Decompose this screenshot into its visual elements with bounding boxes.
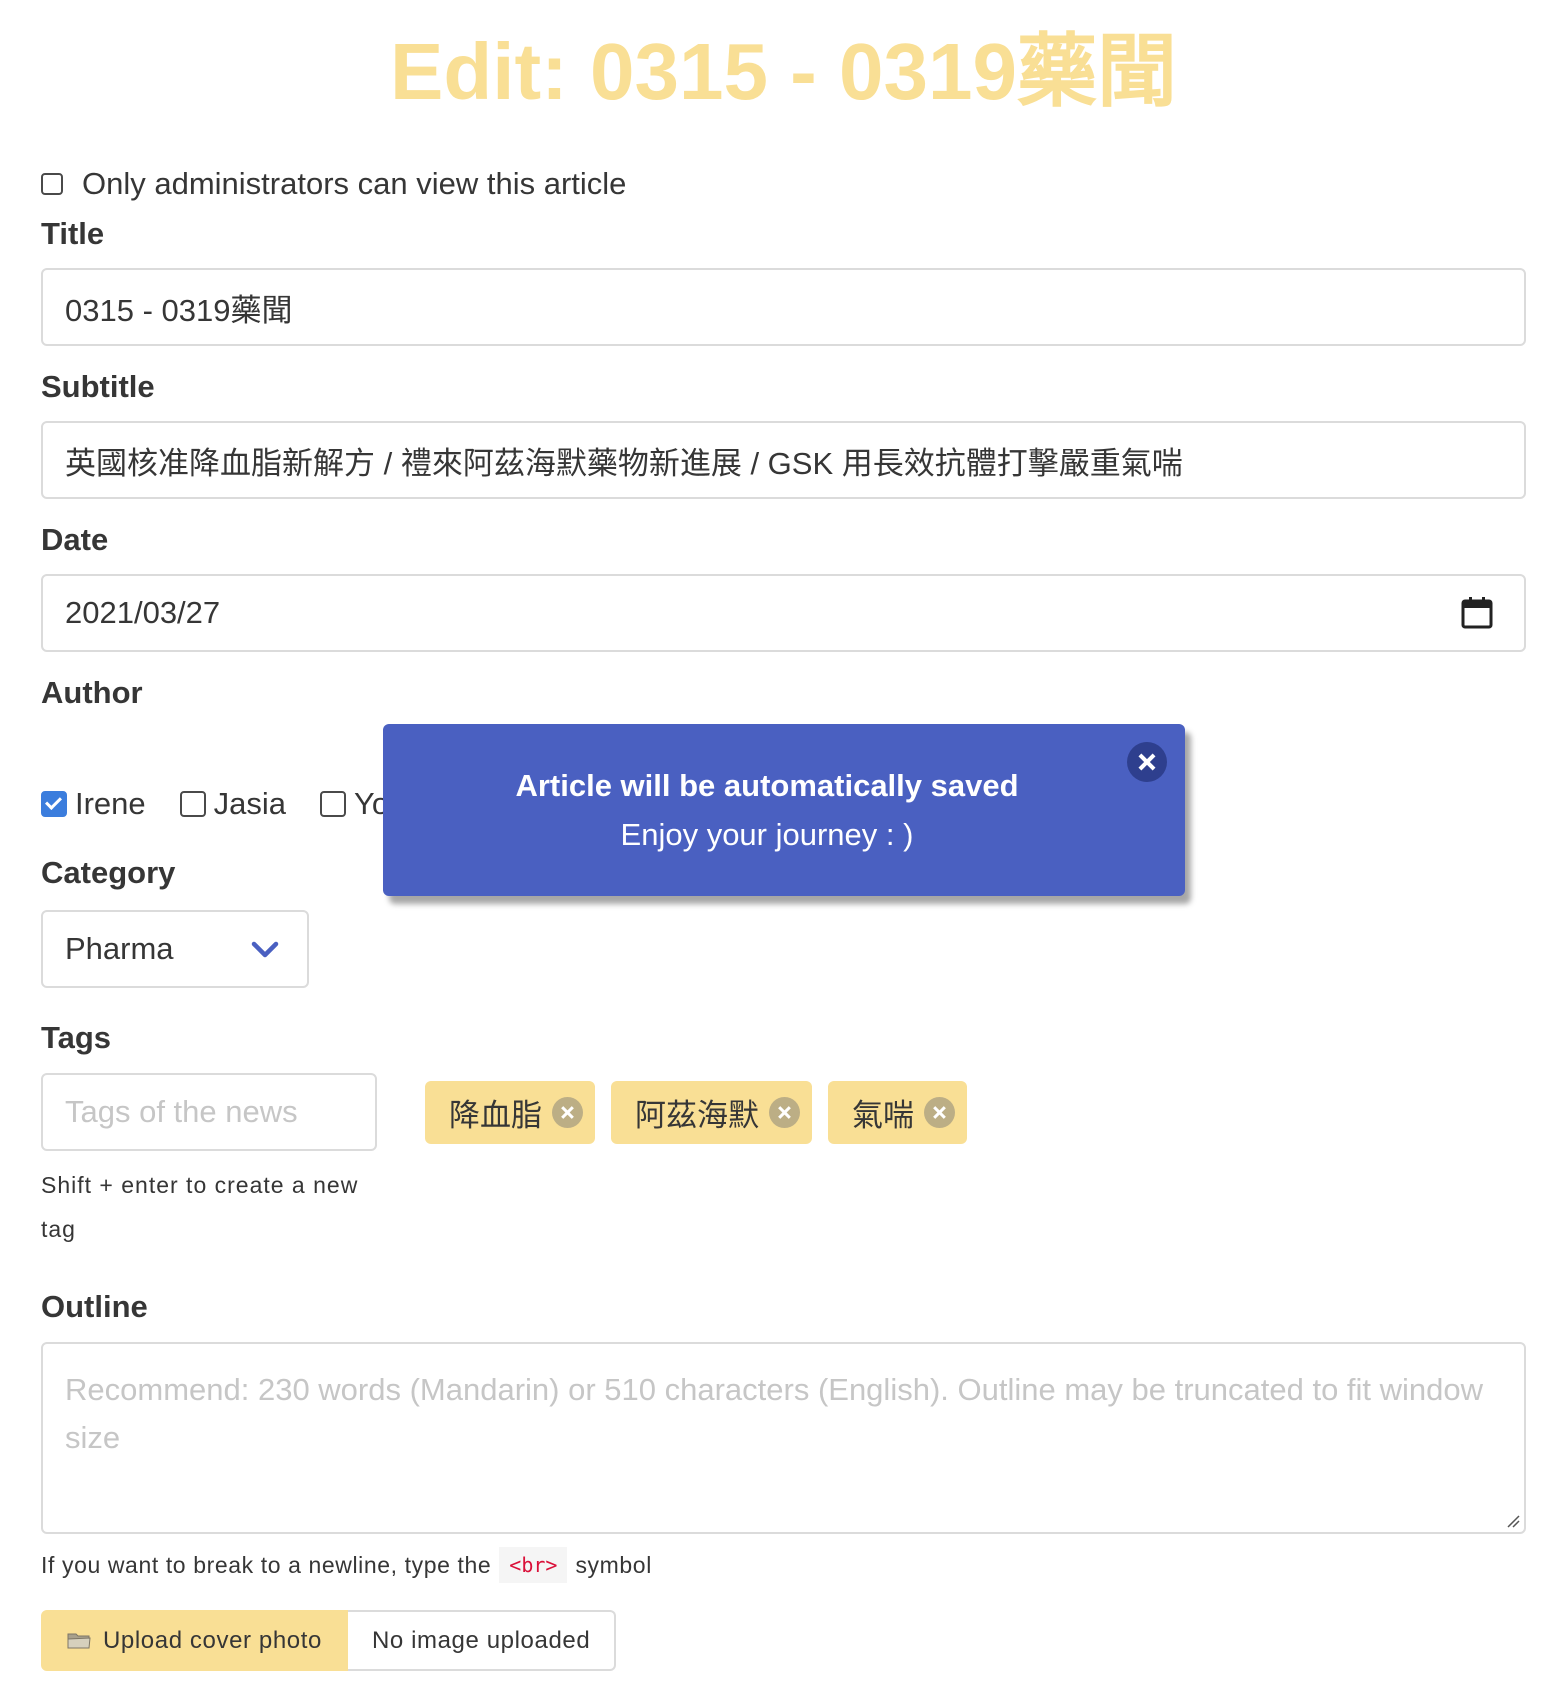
chevron-down-icon bbox=[251, 941, 279, 958]
tag-item: 氣喘 bbox=[828, 1081, 967, 1144]
tag-delete-icon[interactable] bbox=[924, 1097, 955, 1128]
date-input[interactable]: 2021/03/27 bbox=[41, 574, 1526, 652]
author-option-yo[interactable]: Yo bbox=[320, 786, 389, 822]
upload-button-label: Upload cover photo bbox=[103, 1626, 322, 1654]
cover-photo-upload: Upload cover photo No image uploaded bbox=[41, 1610, 617, 1671]
admin-only-label: Only administrators can view this articl… bbox=[82, 166, 627, 201]
author-options: Irene Jasia Yo bbox=[41, 782, 423, 826]
upload-filename-text: No image uploaded bbox=[371, 1626, 591, 1654]
autosave-toast: Article will be automatically saved Enjo… bbox=[383, 724, 1185, 896]
tag-item: 阿茲海默 bbox=[611, 1081, 812, 1144]
page-title: Edit: 0315 - 0319藥聞 bbox=[390, 27, 1177, 116]
author-label-jasia: Jasia bbox=[213, 786, 287, 821]
tags-label: Tags bbox=[41, 1020, 112, 1055]
tags-input[interactable]: Tags of the news bbox=[41, 1073, 377, 1151]
tag-label: 降血脂 bbox=[449, 1098, 542, 1133]
tag-item: 降血脂 bbox=[425, 1081, 595, 1144]
author-option-irene[interactable]: Irene bbox=[41, 786, 146, 822]
close-icon[interactable] bbox=[1127, 742, 1167, 782]
upload-filename: No image uploaded bbox=[347, 1610, 617, 1671]
admin-only-option[interactable]: Only administrators can view this articl… bbox=[41, 162, 626, 206]
toast-title: Article will be automatically saved bbox=[515, 768, 1019, 803]
date-input-value: 2021/03/27 bbox=[65, 595, 221, 630]
outline-textarea[interactable]: Recommend: 230 words (Mandarin) or 510 c… bbox=[41, 1342, 1526, 1534]
subtitle-input-value: 英國核准降血脂新解方 / 禮來阿茲海默藥物新進展 / GSK 用長效抗體打擊嚴重… bbox=[65, 445, 1183, 481]
category-selected-value: Pharma bbox=[65, 931, 174, 966]
subtitle-label: Subtitle bbox=[41, 369, 155, 404]
resize-handle-icon[interactable] bbox=[1506, 1514, 1520, 1528]
author-option-jasia[interactable]: Jasia bbox=[179, 786, 287, 822]
author-checkbox-yo[interactable] bbox=[320, 791, 347, 817]
title-input[interactable]: 0315 - 0319藥聞 bbox=[41, 268, 1526, 346]
author-label: Author bbox=[41, 675, 143, 710]
outline-help-text: If you want to break to a newline, type … bbox=[41, 1545, 652, 1585]
outline-help-prefix: If you want to break to a newline, type … bbox=[41, 1551, 492, 1578]
subtitle-input[interactable]: 英國核准降血脂新解方 / 禮來阿茲海默藥物新進展 / GSK 用長效抗體打擊嚴重… bbox=[41, 421, 1526, 499]
tag-delete-icon[interactable] bbox=[769, 1097, 800, 1128]
outline-placeholder: Recommend: 230 words (Mandarin) or 510 c… bbox=[65, 1372, 1484, 1455]
tags-input-placeholder: Tags of the news bbox=[65, 1094, 298, 1129]
tags-help-text: Shift + enter to create a new tag bbox=[41, 1172, 359, 1242]
tag-label: 氣喘 bbox=[852, 1098, 914, 1133]
title-input-value: 0315 - 0319藥聞 bbox=[65, 292, 293, 328]
category-select[interactable]: Pharma bbox=[41, 910, 309, 988]
folder-icon bbox=[67, 1633, 91, 1648]
br-code-snippet: <br> bbox=[499, 1547, 568, 1583]
outline-help-suffix: symbol bbox=[575, 1551, 652, 1578]
tag-label: 阿茲海默 bbox=[635, 1098, 759, 1133]
date-label: Date bbox=[41, 522, 109, 557]
author-checkbox-irene[interactable] bbox=[41, 791, 67, 817]
outline-label: Outline bbox=[41, 1289, 148, 1324]
calendar-icon[interactable] bbox=[1460, 596, 1494, 630]
author-checkbox-jasia[interactable] bbox=[179, 791, 206, 817]
toast-message: Enjoy your journey : ) bbox=[620, 817, 914, 852]
author-label-irene: Irene bbox=[75, 786, 146, 821]
tag-list: 降血脂 阿茲海默 氣喘 bbox=[425, 1081, 967, 1144]
upload-cover-photo-button[interactable]: Upload cover photo bbox=[41, 1610, 348, 1671]
tag-delete-icon[interactable] bbox=[552, 1097, 583, 1128]
title-label: Title bbox=[41, 216, 105, 251]
admin-only-checkbox[interactable] bbox=[41, 173, 63, 195]
category-label: Category bbox=[41, 855, 176, 890]
